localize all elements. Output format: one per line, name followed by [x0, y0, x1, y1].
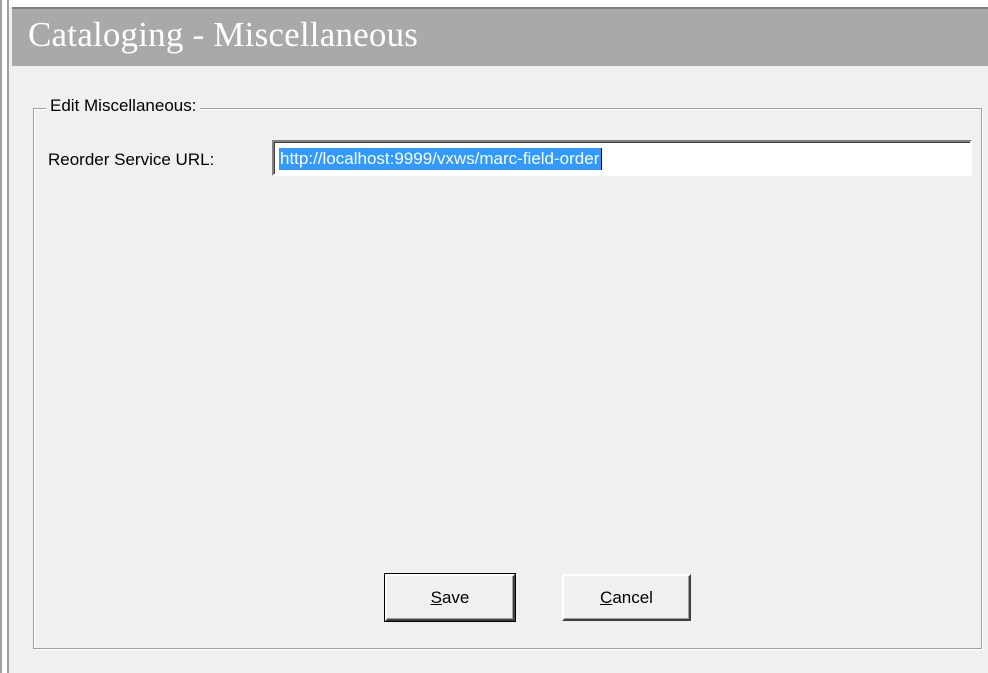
window-top-edge	[9, 0, 988, 7]
text-caret	[601, 148, 602, 170]
title-bar: Cataloging - Miscellaneous	[12, 7, 988, 66]
save-label-rest: ave	[441, 587, 470, 607]
edit-miscellaneous-groupbox	[33, 108, 982, 649]
save-button[interactable]: Save	[384, 573, 516, 622]
page-title: Cataloging - Miscellaneous	[28, 15, 419, 54]
save-mnemonic: S	[430, 587, 442, 607]
groupbox-legend: Edit Miscellaneous:	[46, 96, 201, 116]
reorder-service-url-label: Reorder Service URL:	[48, 150, 215, 169]
reorder-service-url-input[interactable]: http://localhost:9999/vxws/marc-field-or…	[272, 140, 972, 176]
url-selected-text: http://localhost:9999/vxws/marc-field-or…	[279, 148, 602, 170]
dialog-window: Cataloging - Miscellaneous Edit Miscella…	[0, 0, 988, 673]
cancel-mnemonic: C	[600, 587, 613, 607]
cancel-button[interactable]: Cancel	[562, 574, 691, 621]
window-left-border-inner	[7, 0, 9, 673]
cancel-label-rest: ancel	[612, 587, 653, 607]
